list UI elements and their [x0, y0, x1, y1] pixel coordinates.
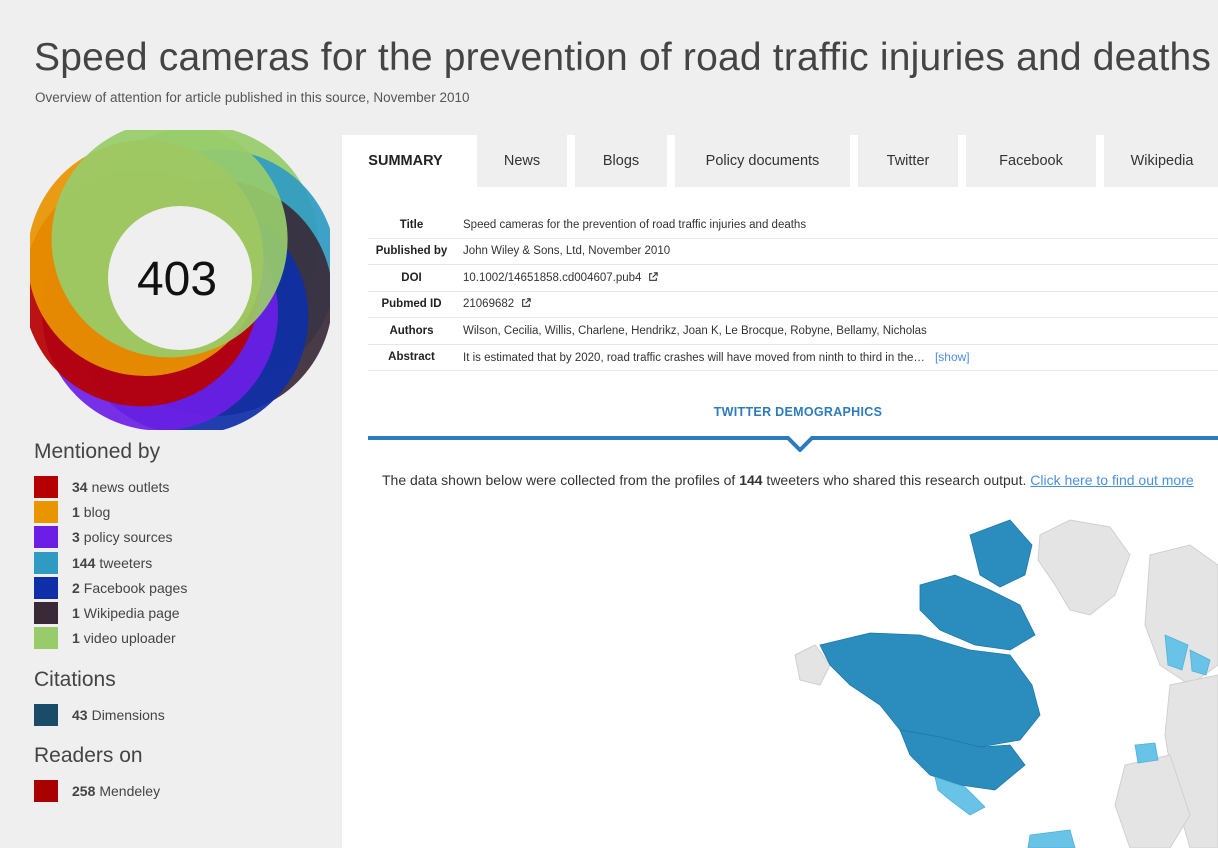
mention-label: video uploader	[83, 630, 176, 647]
mention-facebook[interactable]: 2 Facebook pages	[34, 575, 334, 600]
mention-blog[interactable]: 1 blog	[34, 499, 334, 524]
mention-count: 1	[72, 630, 80, 647]
pubmed-cell: 21069682	[455, 291, 1218, 318]
wikipedia-swatch	[34, 602, 58, 625]
mention-label: blog	[83, 503, 111, 520]
facebook-swatch	[34, 576, 58, 599]
row-label: Pubmed ID	[368, 291, 455, 318]
reader-count: 258	[72, 783, 96, 800]
news-swatch	[34, 475, 58, 498]
mention-twitter[interactable]: 144 tweeters	[34, 550, 334, 575]
doi-link[interactable]: 10.1002/14651858.cd004607.pub4	[463, 272, 641, 284]
tweeter-count: 144	[739, 472, 763, 488]
row-value: Speed cameras for the prevention of road…	[455, 212, 1218, 239]
page-title: Speed cameras for the prevention of road…	[34, 36, 1212, 79]
mention-count: 1	[72, 503, 80, 520]
left-column: Mentioned by 34 news outlets 1 blog 3 po…	[34, 440, 334, 804]
reader-label: Mendeley	[99, 783, 161, 800]
mendeley-swatch	[34, 780, 58, 803]
table-row: Authors Wilson, Cecilia, Willis, Charlen…	[368, 317, 1218, 345]
blog-swatch	[34, 500, 58, 523]
citation-label: Dimensions	[91, 706, 165, 723]
table-row: DOI 10.1002/14651858.cd004607.pub4	[368, 264, 1218, 292]
mention-label: Wikipedia page	[83, 605, 180, 622]
tab-bar: SUMMARY News Blogs Policy documents Twit…	[342, 135, 1218, 187]
mention-count: 144	[72, 554, 96, 571]
table-row: Pubmed ID 21069682	[368, 291, 1218, 318]
mention-label: policy sources	[83, 529, 173, 546]
row-label: Published by	[368, 238, 455, 265]
doi-cell: 10.1002/14651858.cd004607.pub4	[455, 264, 1218, 292]
demographics-description: The data shown below were collected from…	[382, 472, 1218, 488]
row-value: John Wiley & Sons, Ltd, November 2010	[455, 238, 1218, 265]
mention-count: 34	[72, 478, 88, 495]
show-abstract-link[interactable]: [show]	[935, 350, 970, 364]
attention-score-donut[interactable]: 403	[30, 130, 330, 430]
mention-count: 1	[72, 605, 80, 622]
reader-mendeley[interactable]: 258 Mendeley	[34, 778, 334, 803]
page-subtitle: Overview of attention for article publis…	[35, 90, 470, 105]
summary-table: Title Speed cameras for the prevention o…	[368, 212, 1218, 371]
citations-heading: Citations	[34, 668, 116, 692]
world-map[interactable]	[770, 515, 1218, 848]
map-north-america	[819, 519, 1041, 791]
abstract-text: It is estimated that by 2020, road traff…	[463, 352, 925, 365]
external-link-icon[interactable]	[648, 272, 659, 282]
tab-wikipedia[interactable]: Wikipedia	[1104, 135, 1218, 187]
row-label: DOI	[368, 264, 455, 292]
dimensions-swatch	[34, 703, 58, 726]
row-label: Title	[368, 212, 455, 239]
tab-twitter[interactable]: Twitter	[858, 135, 958, 187]
video-swatch	[34, 627, 58, 650]
table-row: Published by John Wiley & Sons, Ltd, Nov…	[368, 238, 1218, 265]
mentioned-by-heading: Mentioned by	[34, 440, 161, 463]
mention-label: Facebook pages	[83, 579, 188, 596]
table-row: Title Speed cameras for the prevention o…	[368, 212, 1218, 239]
abstract-cell: It is estimated that by 2020, road traff…	[455, 344, 1218, 371]
mention-label: news outlets	[91, 478, 170, 495]
external-link-icon[interactable]	[521, 298, 531, 308]
find-out-more-link[interactable]: Click here to find out more	[1030, 472, 1193, 488]
tab-news[interactable]: News	[477, 135, 567, 187]
row-value: Wilson, Cecilia, Willis, Charlene, Hendr…	[455, 317, 1218, 345]
section-divider	[368, 436, 1218, 452]
tab-summary[interactable]: SUMMARY	[342, 135, 469, 187]
demographics-text: The data shown below were collected from…	[382, 472, 740, 488]
twitter-demographics-heading: TWITTER DEMOGRAPHICS	[713, 405, 883, 419]
pubmed-link[interactable]: 21069682	[463, 298, 514, 310]
row-label: Authors	[368, 317, 455, 345]
table-row: Abstract It is estimated that by 2020, r…	[368, 344, 1218, 371]
tab-policy-documents[interactable]: Policy documents	[675, 135, 850, 187]
policy-swatch	[34, 526, 58, 549]
mention-news[interactable]: 34 news outlets	[34, 474, 334, 499]
tab-facebook[interactable]: Facebook	[966, 135, 1096, 187]
mention-wikipedia[interactable]: 1 Wikipedia page	[34, 600, 334, 625]
readers-heading: Readers on	[34, 744, 143, 768]
mention-video[interactable]: 1 video uploader	[34, 626, 334, 651]
mention-count: 2	[72, 579, 80, 596]
citation-count: 43	[72, 706, 88, 723]
row-label: Abstract	[368, 344, 455, 371]
mention-count: 3	[72, 529, 80, 546]
demographics-text: tweeters who shared this research output…	[762, 472, 1031, 488]
mention-label: tweeters	[99, 554, 153, 571]
attention-score: 403	[137, 253, 217, 306]
tab-blogs[interactable]: Blogs	[575, 135, 667, 187]
twitter-swatch	[34, 551, 58, 574]
mention-policy[interactable]: 3 policy sources	[34, 525, 334, 550]
citation-dimensions[interactable]: 43 Dimensions	[34, 702, 334, 727]
